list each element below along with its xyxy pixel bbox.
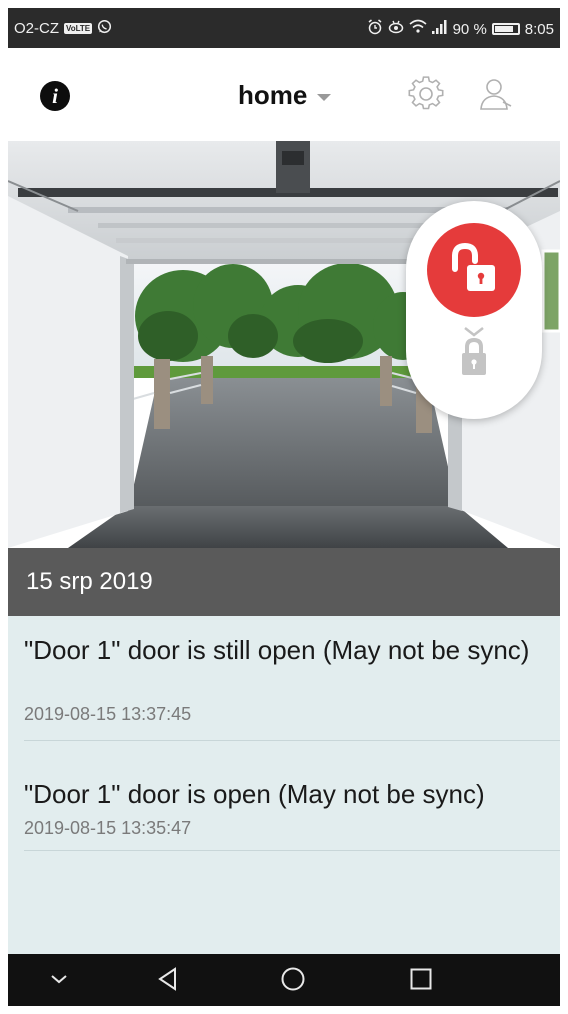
recents-square-icon[interactable] (408, 966, 434, 997)
carrier-name: O2-CZ (14, 20, 59, 37)
phone-screen: O2-CZ VoLTE 90 % 8:05 i home 15 srp 2019… (8, 8, 560, 1006)
list-item[interactable]: "Door 1" door is still open (May not be … (24, 616, 560, 741)
event-timestamp: 2019-08-15 13:37:45 (24, 704, 192, 724)
garage-scene (8, 141, 560, 548)
system-nav-bar (8, 954, 560, 1006)
unlocked-padlock-icon (452, 243, 495, 291)
date-header: 15 srp 2019 (8, 548, 560, 616)
lock-control-panel (406, 201, 542, 419)
info-icon[interactable]: i (40, 81, 70, 111)
locked-padlock-icon (462, 327, 486, 375)
event-message: "Door 1" door is open (May not be sync) (24, 779, 485, 809)
alarm-icon (367, 19, 383, 39)
location-label: home (238, 80, 308, 110)
home-circle-icon[interactable] (280, 966, 306, 997)
event-list: "Door 1" door is still open (May not be … (8, 616, 560, 954)
location-dropdown[interactable]: home (238, 80, 332, 111)
event-timestamp: 2019-08-15 13:35:47 (24, 818, 192, 838)
battery-percent: 90 % (452, 20, 487, 38)
volte-icon: VoLTE (64, 23, 93, 34)
wifi-icon (409, 19, 427, 39)
eye-icon (388, 19, 404, 39)
gear-icon[interactable] (408, 76, 444, 112)
back-triangle-icon[interactable] (155, 966, 181, 997)
clock: 8:05 (524, 20, 554, 38)
signal-icon (431, 20, 448, 38)
hide-keyboard-chevron-icon[interactable] (46, 966, 72, 997)
event-message: "Door 1" door is still open (May not be … (24, 635, 530, 665)
battery-icon (491, 23, 520, 35)
user-icon[interactable] (478, 76, 514, 112)
lock-button[interactable] (456, 326, 492, 389)
list-item[interactable]: "Door 1" door is open (May not be sync) … (24, 740, 560, 851)
status-bar: O2-CZ VoLTE 90 % 8:05 (8, 8, 560, 48)
date-label: 15 srp 2019 (26, 568, 153, 595)
app-header: i home (8, 48, 560, 142)
unlock-button[interactable] (427, 223, 521, 317)
caret-down-icon (317, 94, 332, 101)
whatsapp-icon (97, 19, 112, 38)
